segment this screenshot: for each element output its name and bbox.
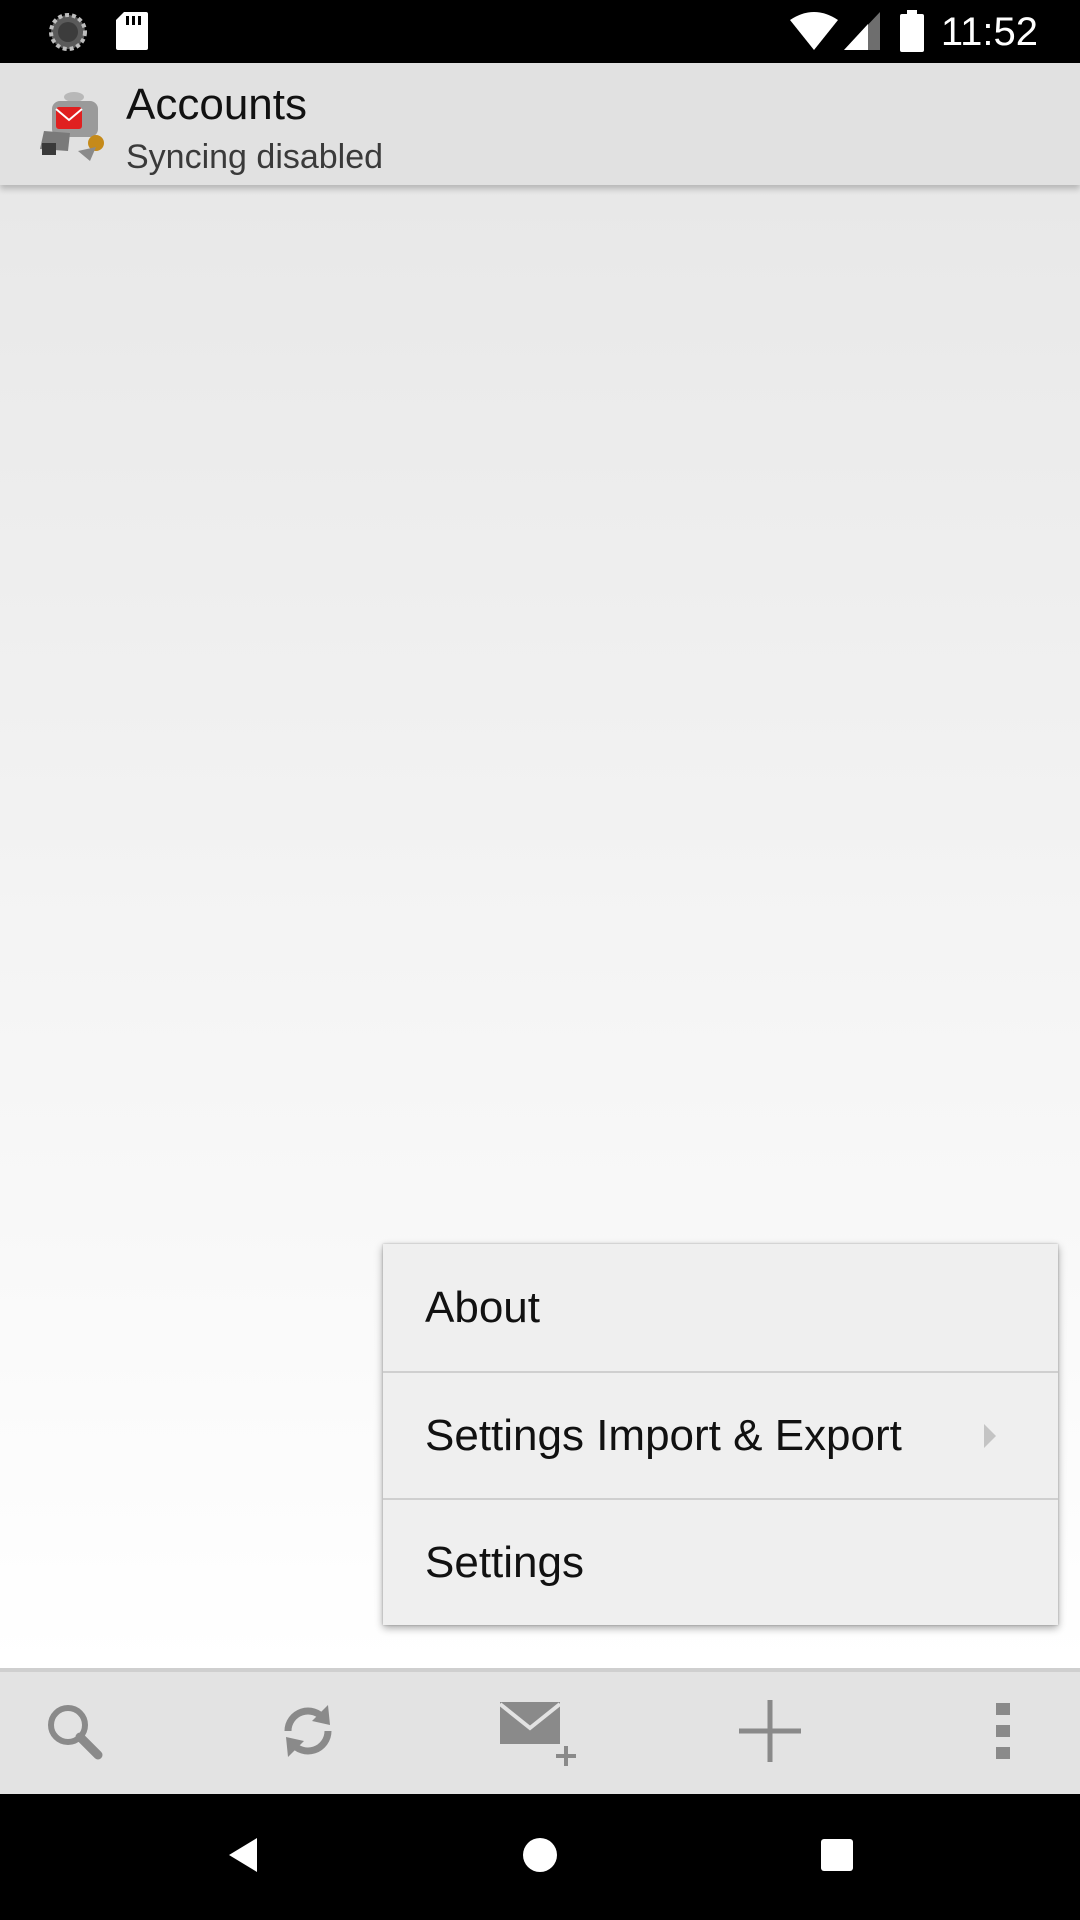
sd-card-icon (116, 12, 148, 55)
refresh-button[interactable] (200, 1672, 416, 1794)
menu-item-label: About (425, 1282, 540, 1332)
menu-item-label: Settings Import & Export (425, 1410, 902, 1460)
recents-button[interactable] (777, 1794, 897, 1920)
back-button[interactable] (183, 1794, 303, 1920)
add-icon (737, 1698, 803, 1769)
battery-icon (900, 10, 924, 57)
loading-spinner-icon (48, 12, 88, 57)
compose-button[interactable] (432, 1672, 648, 1794)
overflow-popup-menu: About Settings Import & Export Settings (383, 1244, 1058, 1625)
home-button[interactable] (480, 1794, 600, 1920)
status-bar: 11:52 (0, 0, 1080, 63)
search-button[interactable] (0, 1672, 184, 1794)
wifi-icon (790, 12, 838, 55)
bottom-toolbar (0, 1668, 1080, 1794)
cell-signal-icon (844, 12, 880, 55)
page-title: Accounts (126, 80, 307, 129)
home-icon (521, 1836, 559, 1879)
menu-item-label: Settings (425, 1537, 584, 1587)
recents-icon (820, 1838, 854, 1877)
add-account-button[interactable] (662, 1672, 878, 1794)
compose-icon (496, 1696, 584, 1771)
action-bar: Accounts Syncing disabled (0, 63, 1080, 185)
sync-status-subtitle: Syncing disabled (126, 138, 384, 176)
menu-item-settings-import-export[interactable]: Settings Import & Export (383, 1371, 1058, 1498)
navigation-bar (0, 1794, 1080, 1920)
submenu-arrow-icon (984, 1423, 996, 1448)
menu-item-settings[interactable]: Settings (383, 1498, 1058, 1625)
back-icon (227, 1836, 259, 1879)
overflow-menu-button[interactable] (895, 1672, 1080, 1794)
search-icon (44, 1701, 108, 1766)
status-time: 11:52 (940, 10, 1038, 54)
overflow-menu-icon (995, 1702, 1011, 1764)
menu-item-about[interactable]: About (383, 1244, 1058, 1371)
refresh-icon (276, 1699, 340, 1768)
k9-mail-app-icon[interactable] (38, 87, 108, 163)
